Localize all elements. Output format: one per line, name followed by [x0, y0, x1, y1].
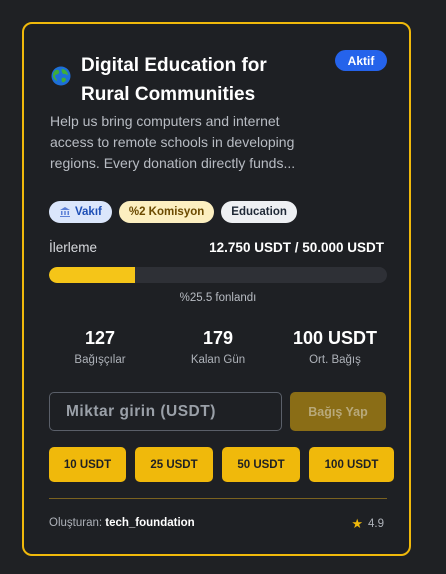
- stat-donors: 127 Bağışçılar: [45, 326, 155, 366]
- stat-average-donation: 100 USDT Ort. Bağış: [280, 326, 390, 366]
- progress-label: İlerleme: [49, 240, 98, 255]
- tag-label: %2 Komisyon: [128, 206, 205, 218]
- divider: [49, 498, 387, 499]
- tag-label: Education: [231, 206, 287, 218]
- stat-value: 127: [84, 328, 116, 348]
- campaign-title: Digital Education for Rural Communities: [81, 55, 267, 105]
- quick-amount-10-button[interactable]: 10 USDT: [49, 447, 126, 482]
- campaign-card: Digital Education for Rural Communities …: [22, 22, 411, 556]
- tag-category: Education: [221, 201, 297, 223]
- quick-amount-100-button[interactable]: 100 USDT: [309, 447, 394, 482]
- status-badge: Aktif: [335, 50, 387, 71]
- progress-bar: [49, 267, 387, 283]
- stat-days-left: 179 Kalan Gün: [163, 326, 273, 366]
- stat-label: Ort. Bağış: [309, 354, 361, 366]
- stat-value: 100 USDT: [292, 328, 378, 348]
- creator-label: Oluşturan:: [49, 517, 103, 529]
- progress-amount: 12.750 USDT / 50.000 USDT: [209, 240, 384, 255]
- quick-amount-25-button[interactable]: 25 USDT: [135, 447, 213, 482]
- quick-amount-50-button[interactable]: 50 USDT: [222, 447, 300, 482]
- stat-label: Bağışçılar: [74, 354, 126, 366]
- amount-input[interactable]: [49, 392, 282, 431]
- globe-icon: [51, 66, 71, 86]
- tag-list: Vakıf %2 Komisyon Education: [49, 201, 297, 223]
- campaign-description: Help us bring computers and internet acc…: [50, 113, 296, 171]
- donate-button[interactable]: Bağış Yap: [290, 392, 386, 431]
- rating-value: 4.9: [368, 518, 384, 530]
- progress-bar-fill: [49, 267, 136, 283]
- stat-value: 179: [202, 328, 234, 348]
- progress-caption: %25.5 fonlandı: [179, 292, 257, 304]
- rating: ★ 4.9: [351, 516, 384, 532]
- building-icon: [60, 207, 70, 217]
- tag-label: Vakıf: [75, 206, 102, 218]
- creator-info: Oluşturan: tech_foundation: [49, 517, 195, 529]
- tag-commission: %2 Komisyon: [118, 201, 215, 223]
- star-icon: ★: [351, 516, 363, 531]
- tag-foundation: Vakıf: [49, 201, 112, 223]
- creator-name[interactable]: tech_foundation: [105, 517, 194, 529]
- stat-label: Kalan Gün: [190, 354, 246, 366]
